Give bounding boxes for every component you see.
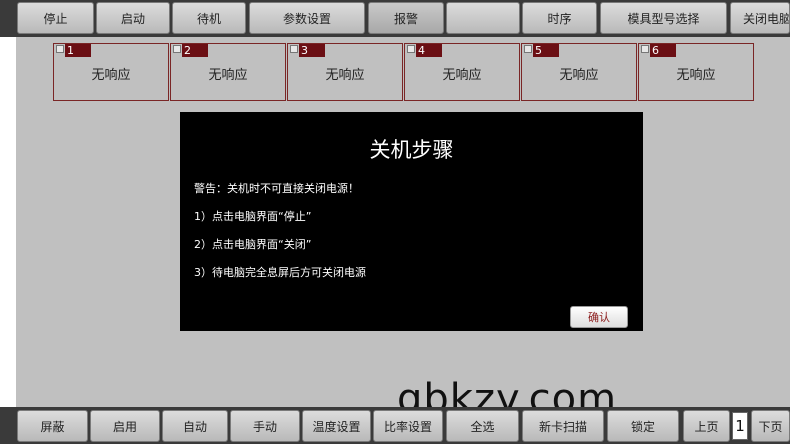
start-button[interactable]: 启动 (96, 2, 170, 34)
alarm-button[interactable]: 报警 (368, 2, 444, 34)
station-status: 无响应 (91, 68, 131, 83)
temperature-settings-button[interactable]: 温度设置 (302, 410, 371, 442)
next-page-button[interactable]: 下页 (751, 410, 790, 442)
shutdown-steps-dialog: 关机步骤 警告：关机时不可直接关闭电源！ 1）点击电脑界面“停止” 2）点击电脑… (180, 112, 643, 331)
stop-button[interactable]: 停止 (17, 2, 94, 34)
auto-button[interactable]: 自动 (162, 410, 228, 442)
mask-button[interactable]: 屏蔽 (17, 410, 88, 442)
new-card-scan-button[interactable]: 新卡扫描 (522, 410, 604, 442)
station-tile-3[interactable]: 3 无响应 (287, 43, 403, 101)
station-status: 无响应 (442, 68, 482, 83)
station-number: 3 (299, 44, 325, 57)
station-status: 无响应 (559, 68, 599, 83)
station-checkbox[interactable] (173, 45, 181, 53)
mold-model-select-button[interactable]: 模具型号选择 (600, 2, 727, 34)
station-status: 无响应 (208, 68, 248, 83)
ratio-settings-button[interactable]: 比率设置 (373, 410, 443, 442)
station-number: 5 (533, 44, 559, 57)
station-tile-5[interactable]: 5 无响应 (521, 43, 637, 101)
station-checkbox[interactable] (290, 45, 298, 53)
station-tile-6[interactable]: 6 无响应 (638, 43, 754, 101)
page-number: 1 (732, 412, 748, 440)
select-all-button[interactable]: 全选 (446, 410, 519, 442)
dialog-step-1: 1）点击电脑界面“停止” (194, 210, 312, 223)
dialog-step-3: 3）待电脑完全息屏后方可关闭电源 (194, 266, 366, 279)
shutdown-computer-button[interactable]: 关闭电脑 (730, 2, 790, 34)
enable-button[interactable]: 启用 (90, 410, 160, 442)
dialog-step-2: 2）点击电脑界面“关闭” (194, 238, 312, 251)
parameter-settings-button[interactable]: 参数设置 (249, 2, 365, 34)
station-checkbox[interactable] (641, 45, 649, 53)
timing-button[interactable]: 时序 (522, 2, 597, 34)
left-edge-strip (0, 37, 16, 407)
station-number: 6 (650, 44, 676, 57)
top-toolbar: 停止 启动 待机 参数设置 报警 时序 模具型号选择 关闭电脑 (0, 0, 790, 37)
standby-button[interactable]: 待机 (172, 2, 246, 34)
station-tile-1[interactable]: 1 无响应 (53, 43, 169, 101)
station-status: 无响应 (676, 68, 716, 83)
station-tile-4[interactable]: 4 无响应 (404, 43, 520, 101)
station-status: 无响应 (325, 68, 365, 83)
blank-button[interactable] (446, 2, 520, 34)
bottom-toolbar: 屏蔽 启用 自动 手动 温度设置 比率设置 全选 新卡扫描 锁定 上页 1 下页 (0, 407, 790, 444)
station-number: 1 (65, 44, 91, 57)
station-tile-2[interactable]: 2 无响应 (170, 43, 286, 101)
station-number: 2 (182, 44, 208, 57)
station-checkbox[interactable] (407, 45, 415, 53)
station-checkbox[interactable] (524, 45, 532, 53)
dialog-warning: 警告：关机时不可直接关闭电源！ (194, 182, 359, 195)
dialog-title: 关机步骤 (369, 138, 454, 162)
lock-button[interactable]: 锁定 (607, 410, 679, 442)
station-checkbox[interactable] (56, 45, 64, 53)
station-number: 4 (416, 44, 442, 57)
manual-button[interactable]: 手动 (230, 410, 300, 442)
prev-page-button[interactable]: 上页 (683, 410, 730, 442)
confirm-button[interactable]: 确认 (570, 306, 628, 328)
